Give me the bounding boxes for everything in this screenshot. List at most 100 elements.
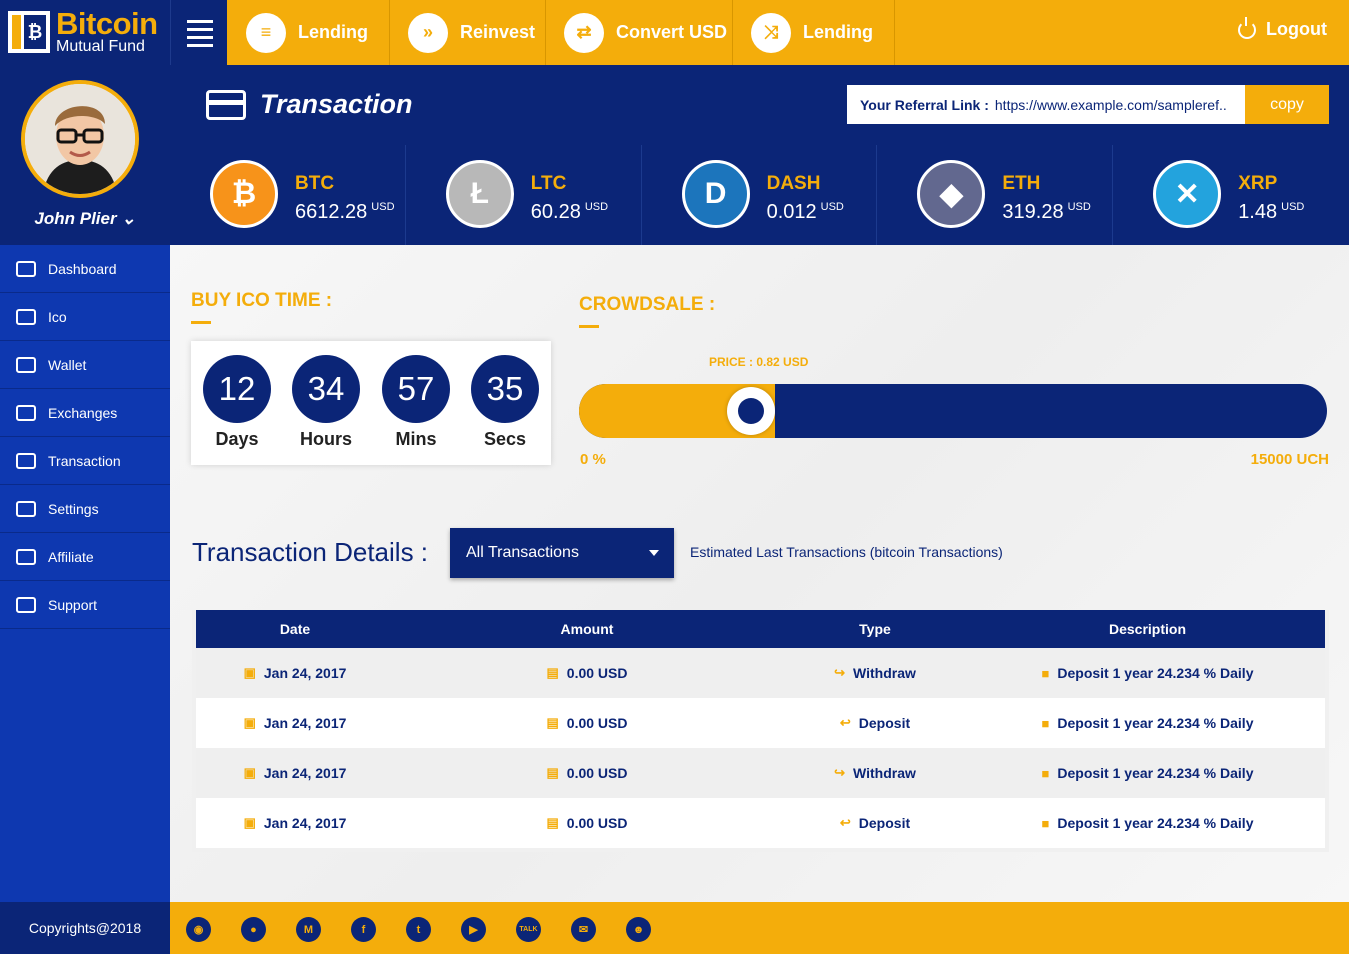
transaction-icon bbox=[16, 452, 36, 469]
calendar-icon: ▣ bbox=[243, 715, 256, 730]
sidebar-item-affiliate[interactable]: Affiliate bbox=[0, 533, 170, 581]
copyright-text: Copyrights@2018 bbox=[0, 902, 170, 954]
divider bbox=[579, 325, 599, 328]
transactions-table: Date Amount Type Description ▣ Jan 24, 20… bbox=[192, 610, 1329, 852]
briefcase-icon: ■ bbox=[1041, 715, 1050, 731]
litecoin-icon: Ł bbox=[445, 160, 514, 228]
coin-ltc: Ł LTC 60.28 USD bbox=[406, 145, 642, 245]
table-row[interactable]: ▣ Jan 24, 2017 ▤ 0.00 USD ↪ Withdraw ■ Depos… bbox=[196, 748, 1325, 798]
briefcase-icon: ■ bbox=[1041, 765, 1050, 781]
chevron-down-icon: ⌄ bbox=[121, 209, 136, 228]
mail-icon[interactable]: ✉ bbox=[571, 917, 596, 942]
coin-dash: D DASH 0.012 USD bbox=[642, 145, 878, 245]
reddit-icon[interactable]: ● bbox=[241, 917, 266, 942]
timer-hours: 34 Hours bbox=[292, 355, 360, 450]
ripple-icon: ✕ bbox=[1153, 160, 1222, 228]
footer-social-bar: ◉ ● M f t ▶ TALK ✉ ☻ bbox=[170, 902, 1349, 954]
user-profile: John Plier ⌄ bbox=[0, 65, 170, 245]
sidebar-item-transaction[interactable]: Transaction bbox=[0, 437, 170, 485]
settings-icon bbox=[16, 500, 36, 517]
brand-logo[interactable]: ₿ Bitcoin Mutual Fund bbox=[0, 0, 170, 65]
money-icon: ▤ bbox=[546, 815, 559, 830]
referral-url[interactable]: https://www.example.com/sampleref.. bbox=[995, 97, 1247, 113]
deposit-arrow-icon: ↩ bbox=[839, 815, 851, 830]
table-row[interactable]: ▣ Jan 24, 2017 ▤ 0.00 USD ↪ Withdraw ■ Depos… bbox=[196, 648, 1325, 698]
sidebar-item-settings[interactable]: Settings bbox=[0, 485, 170, 533]
dashboard-icon bbox=[16, 260, 36, 277]
coin-prices: ₿ BTC 6612.28 USD Ł LTC 60.28 USD D DASH 0… bbox=[170, 145, 1349, 245]
facebook-icon[interactable]: f bbox=[351, 917, 376, 942]
discord-icon[interactable]: ☻ bbox=[626, 917, 651, 942]
sidebar-item-support[interactable]: Support bbox=[0, 581, 170, 629]
ethereum-icon: ◆ bbox=[917, 160, 986, 228]
column-header-amount[interactable]: Amount bbox=[394, 610, 780, 648]
credit-card-icon bbox=[206, 90, 246, 120]
copy-button[interactable]: copy bbox=[1245, 85, 1329, 124]
nav-reinvest-button[interactable]: » Reinvest bbox=[390, 0, 546, 65]
headset-icon bbox=[16, 596, 36, 613]
logo-mark-icon: ₿ bbox=[8, 11, 50, 53]
progress-max-label: 15000 UCH bbox=[1250, 451, 1329, 468]
kakaotalk-icon[interactable]: TALK bbox=[516, 917, 541, 942]
transaction-filter-select[interactable]: All Transactions bbox=[450, 528, 674, 578]
twitter-icon[interactable]: t bbox=[406, 917, 431, 942]
convert-icon: ⇄ bbox=[564, 12, 604, 53]
crowdsale-progress-track bbox=[579, 384, 1327, 438]
user-icon bbox=[16, 548, 36, 565]
github-icon[interactable]: ◉ bbox=[186, 917, 211, 942]
calendar-icon: ▣ bbox=[243, 665, 256, 680]
sidebar: John Plier ⌄ Dashboard Ico Wallet Exchan… bbox=[0, 65, 170, 954]
sidebar-item-wallet[interactable]: Wallet bbox=[0, 341, 170, 389]
caret-down-icon bbox=[649, 550, 659, 556]
main-content: BUY ICO TIME : 12 Days 34 Hours 57 Mins … bbox=[170, 245, 1349, 902]
referral-label: Your Referral Link : bbox=[860, 96, 989, 113]
exchange-icon bbox=[16, 404, 36, 421]
sidebar-item-ico[interactable]: Ico bbox=[0, 293, 170, 341]
sidebar-item-dashboard[interactable]: Dashboard bbox=[0, 245, 170, 293]
mendeley-icon[interactable]: M bbox=[296, 917, 321, 942]
hamburger-menu-button[interactable] bbox=[170, 0, 227, 65]
crowdsale-title: CROWDSALE : bbox=[579, 294, 716, 315]
timer-mins: 57 Mins bbox=[382, 355, 450, 450]
crowdsale-slider-handle[interactable] bbox=[727, 387, 775, 435]
withdraw-arrow-icon: ↪ bbox=[834, 665, 846, 680]
brand-subtitle: Mutual Fund bbox=[56, 38, 145, 55]
dash-icon: D bbox=[681, 160, 750, 228]
deposit-arrow-icon: ↩ bbox=[839, 715, 851, 730]
page-title: Transaction bbox=[260, 89, 413, 119]
user-name-dropdown[interactable]: John Plier ⌄ bbox=[0, 209, 170, 229]
nav-lending-button[interactable]: ≡ Lending bbox=[228, 0, 390, 65]
crown-icon bbox=[16, 308, 36, 325]
timer-secs: 35 Secs bbox=[471, 355, 539, 450]
wallet-icon bbox=[16, 356, 36, 373]
calendar-icon: ▣ bbox=[243, 765, 256, 780]
money-icon: ▤ bbox=[546, 665, 559, 680]
progress-min-label: 0 % bbox=[580, 451, 606, 468]
power-icon bbox=[1238, 16, 1257, 39]
receipt-icon: ≡ bbox=[246, 12, 286, 53]
top-navbar: ₿ Bitcoin Mutual Fund ≡ Lending » Reinve… bbox=[0, 0, 1349, 65]
column-header-description[interactable]: Description bbox=[970, 610, 1325, 648]
column-header-date[interactable]: Date bbox=[196, 610, 394, 648]
bitcoin-icon: ₿ bbox=[210, 160, 278, 228]
avatar[interactable] bbox=[21, 80, 139, 198]
briefcase-icon: ■ bbox=[1041, 665, 1050, 681]
shuffle-icon: ⤨ bbox=[751, 12, 791, 53]
money-icon: ▤ bbox=[546, 715, 559, 730]
money-icon: ▤ bbox=[546, 765, 559, 780]
youtube-icon[interactable]: ▶ bbox=[461, 917, 486, 942]
table-row[interactable]: ▣ Jan 24, 2017 ▤ 0.00 USD ↩ Deposit ■ Deposi… bbox=[196, 698, 1325, 748]
sidebar-item-exchanges[interactable]: Exchanges bbox=[0, 389, 170, 437]
coin-btc: ₿ BTC 6612.28 USD bbox=[170, 145, 406, 245]
nav-lending-2-button[interactable]: ⤨ Lending bbox=[733, 0, 895, 65]
transaction-details-title: Transaction Details : bbox=[192, 537, 429, 567]
brand-title: Bitcoin bbox=[56, 6, 158, 41]
nav-convert-usd-button[interactable]: ⇄ Convert USD bbox=[546, 0, 733, 65]
table-row[interactable]: ▣ Jan 24, 2017 ▤ 0.00 USD ↩ Deposit ■ Deposi… bbox=[196, 798, 1325, 848]
logout-button[interactable]: Logout bbox=[1238, 16, 1327, 40]
ico-title: BUY ICO TIME : bbox=[191, 290, 333, 311]
column-header-type[interactable]: Type bbox=[780, 610, 970, 648]
coin-xrp: ✕ XRP 1.48 USD bbox=[1113, 145, 1349, 245]
crowdsale-price: PRICE : 0.82 USD bbox=[709, 355, 809, 369]
ico-countdown: 12 Days 34 Hours 57 Mins 35 Secs bbox=[191, 341, 551, 465]
